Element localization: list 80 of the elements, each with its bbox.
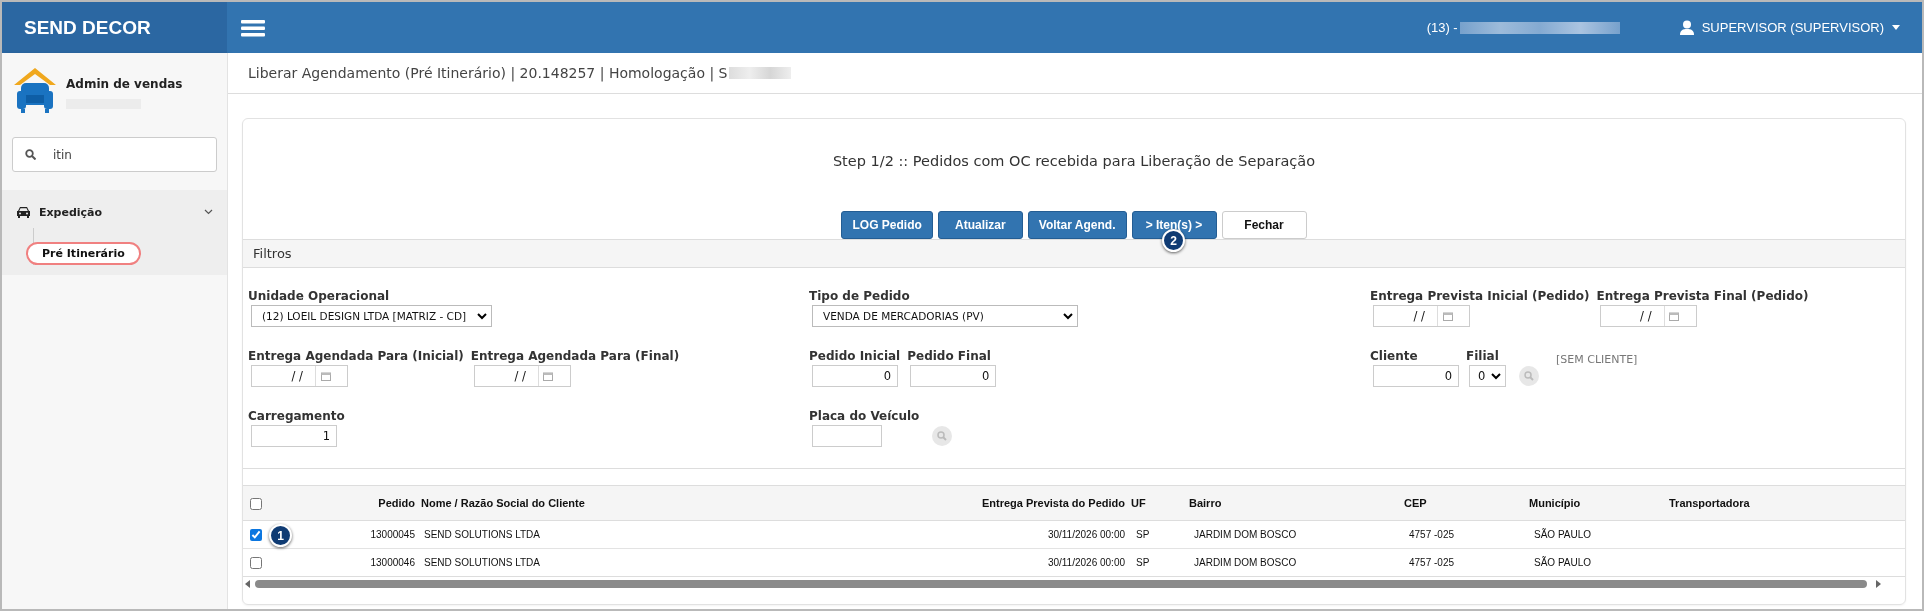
column-header: Município: [1526, 486, 1666, 521]
menu-group[interactable]: Expedição: [2, 202, 227, 222]
search-icon: [25, 149, 36, 160]
menu-icon[interactable]: [241, 18, 265, 37]
column-header: UF: [1128, 486, 1186, 521]
field-label: Entrega Agendada Para (Final): [470, 349, 680, 363]
user-icon: [1679, 20, 1694, 35]
table-cell: 13000046: [283, 548, 418, 576]
column-header: Pedido: [283, 486, 418, 521]
field-label: Entrega Prevista Inicial (Pedido): [1370, 289, 1590, 303]
car-icon: [16, 206, 31, 218]
action-button[interactable]: Fechar: [1221, 211, 1307, 239]
sofa-logo: [12, 65, 58, 115]
step-title: Step 1/2 :: Pedidos com OC recebida para Liberação de Separação: [831, 152, 1317, 171]
calendar-icon: [1442, 311, 1453, 321]
brand-logo: SEND DECOR: [2, 2, 227, 53]
table-cell: 13000045: [283, 520, 418, 549]
table-cell: SP: [1128, 548, 1186, 576]
action-button[interactable]: LOG Pedido: [841, 211, 933, 239]
field-label: Tipo de Pedido: [809, 289, 911, 303]
calendar-icon: [320, 371, 331, 381]
input-field[interactable]: 1: [251, 425, 337, 447]
search-icon: [1524, 371, 1534, 381]
column-header: Bairro: [1186, 486, 1401, 521]
chevron-icon: [1491, 372, 1501, 380]
column-header: Entrega Prevista do Pedido: [808, 486, 1128, 521]
input-field[interactable]: 0: [1373, 365, 1459, 387]
blurred-text: [729, 67, 792, 79]
table-cell: 4757 -025: [1401, 548, 1526, 576]
date-field[interactable]: / /: [1599, 305, 1697, 327]
table-cell: SEND SOLUTIONS LTDA: [418, 520, 808, 549]
search-field[interactable]: itin: [12, 137, 217, 172]
select-field[interactable]: VENDA DE MERCADORIAS (PV): [812, 305, 1078, 327]
breadcrumb: Liberar Agendamento (Pré Itinerário) | 20.148257 | Homologação | S: [248, 65, 728, 81]
field-label: Placa do Veículo: [809, 409, 920, 423]
input-field[interactable]: [812, 425, 882, 447]
table-cell: SÃO PAULO: [1526, 548, 1666, 576]
date-field[interactable]: / /: [251, 365, 348, 387]
step-badge: 1: [269, 524, 292, 547]
action-button[interactable]: Voltar Agend.: [1027, 211, 1127, 239]
table-cell: JARDIM DOM BOSCO: [1186, 520, 1401, 549]
table-cell: SP: [1128, 520, 1186, 549]
checkbox[interactable]: [250, 528, 262, 541]
select-field[interactable]: (12) LOEIL DESIGN LTDA [MATRIZ - CD]: [251, 305, 492, 327]
input-field[interactable]: 0: [812, 365, 898, 387]
phone-number: (13) -: [1426, 20, 1458, 35]
chevron-icon: [1063, 312, 1073, 320]
calendar-icon: [1669, 311, 1679, 321]
field-label: Pedido Final: [907, 349, 992, 363]
checkbox[interactable]: [250, 556, 262, 569]
column-header: Transportadora: [1666, 486, 1905, 521]
date-field[interactable]: / /: [1373, 305, 1470, 327]
action-button[interactable]: Atualizar: [937, 211, 1023, 239]
table-cell: 4757 -025: [1401, 520, 1526, 549]
menu-item[interactable]: Pré Itinerário: [26, 242, 141, 265]
table-cell: 30/11/2026 00:00: [808, 548, 1128, 576]
table-cell: SEND SOLUTIONS LTDA: [418, 548, 808, 576]
column-header: Nome / Razão Social do Cliente: [418, 486, 808, 521]
calendar-icon: [543, 371, 554, 381]
table-cell: SÃO PAULO: [1526, 520, 1666, 549]
chevron-icon: [477, 312, 487, 320]
date-field[interactable]: / /: [473, 365, 571, 387]
field-label: Carregamento: [248, 409, 345, 423]
caret-icon: [1892, 25, 1900, 30]
checkbox[interactable]: [250, 497, 262, 510]
table-cell: 30/11/2026 00:00: [808, 520, 1128, 549]
table-cell: JARDIM DOM BOSCO: [1186, 548, 1401, 576]
field-label: Entrega Prevista Final (Pedido): [1596, 289, 1809, 303]
column-header: CEP: [1401, 486, 1526, 521]
search-icon: [937, 431, 948, 441]
field-label: Cliente: [1370, 349, 1419, 363]
select-field[interactable]: 0: [1469, 365, 1506, 387]
input-field[interactable]: 0: [910, 365, 997, 387]
profile-name: Admin de vendas: [66, 77, 183, 91]
field-label: Filial: [1466, 349, 1500, 363]
field-label: Entrega Agendada Para (Inicial): [248, 349, 464, 363]
field-label: Unidade Operacional: [248, 289, 391, 303]
client-note: [SEM CLIENTE]: [1556, 353, 1638, 366]
field-label: Pedido Inicial: [809, 349, 901, 363]
user-menu[interactable]: SUPERVISOR (SUPERVISOR): [1679, 20, 1900, 35]
